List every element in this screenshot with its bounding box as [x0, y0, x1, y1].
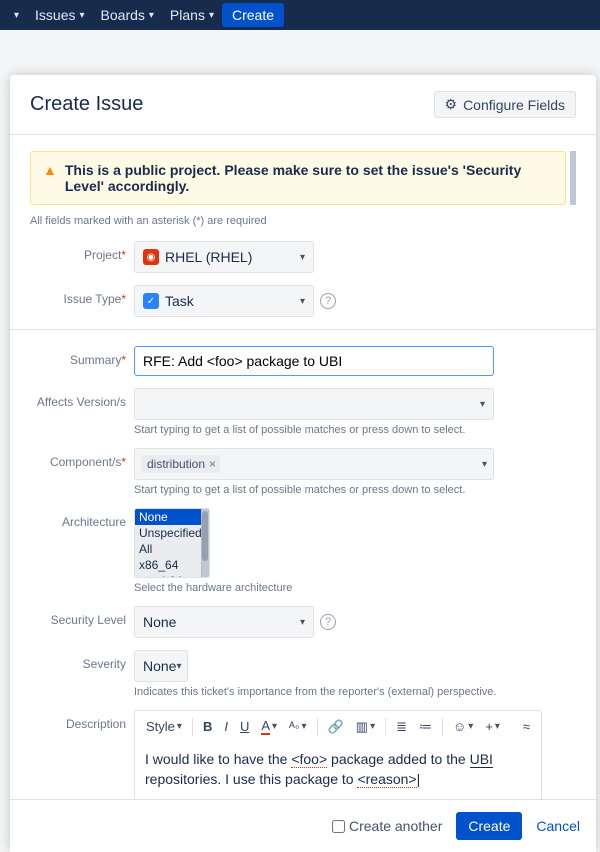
chevron-down-icon: ▾: [80, 10, 85, 21]
gear-icon: [445, 96, 458, 113]
collapse-toolbar-icon[interactable]: ≈: [518, 716, 535, 737]
nav-caret-left[interactable]: ▾: [6, 6, 27, 25]
more-format-icon[interactable]: ᴬ◦▾: [284, 716, 312, 737]
arch-option[interactable]: x86_64: [135, 557, 209, 573]
toolbar-style[interactable]: Style▾: [141, 716, 187, 737]
underline-icon[interactable]: U: [235, 716, 254, 737]
arch-option[interactable]: aarch64: [135, 573, 209, 578]
help-icon[interactable]: ?: [320, 293, 336, 309]
chevron-down-icon: ▾: [149, 10, 154, 21]
task-icon: ✓: [143, 293, 159, 309]
required-note: All fields marked with an asterisk (*) a…: [30, 215, 576, 227]
arch-option[interactable]: None: [135, 509, 209, 525]
numbered-list-icon[interactable]: ≔: [414, 716, 437, 738]
rhel-project-icon: ◉: [143, 249, 159, 265]
nav-issues[interactable]: Issues▾: [27, 3, 93, 27]
architecture-listbox[interactable]: None Unspecified All x86_64 aarch64: [134, 508, 210, 578]
chevron-down-icon: ▾: [300, 296, 305, 307]
create-button[interactable]: Create: [456, 812, 522, 840]
create-another-checkbox[interactable]: Create another: [332, 818, 442, 834]
chevron-down-icon: ▾: [176, 661, 181, 672]
bold-icon[interactable]: B: [198, 716, 217, 737]
divider: [10, 329, 596, 330]
editor-toolbar: Style▾ B I U A▾ ᴬ◦▾ 🔗 ▥▾ ≣ ≔: [135, 711, 541, 742]
create-issue-dialog: Create Issue Configure Fields ▲ This is …: [10, 75, 596, 852]
security-level-select[interactable]: None ▾: [134, 606, 314, 638]
checkbox[interactable]: [332, 820, 345, 833]
remove-tag-icon[interactable]: ×: [209, 457, 216, 471]
dialog-body: ▲ This is a public project. Please make …: [10, 135, 596, 799]
link-icon[interactable]: 🔗: [323, 716, 349, 738]
arch-option[interactable]: Unspecified: [135, 525, 209, 541]
configure-fields-button[interactable]: Configure Fields: [434, 91, 577, 118]
components-select[interactable]: distribution × ▾: [134, 448, 494, 480]
chevron-down-icon: ▾: [14, 10, 19, 21]
nav-plans[interactable]: Plans▾: [162, 3, 222, 27]
chevron-down-icon: ▾: [482, 459, 487, 470]
nav-create-button[interactable]: Create: [222, 3, 284, 27]
chevron-down-icon: ▾: [480, 399, 485, 410]
chevron-down-icon: ▾: [300, 617, 305, 628]
issue-type-select[interactable]: ✓ Task ▾: [134, 285, 314, 317]
dialog-footer: Create another Create Cancel: [10, 799, 596, 852]
warning-icon: ▲: [43, 162, 57, 194]
component-tag: distribution ×: [141, 455, 220, 473]
help-icon[interactable]: ?: [320, 614, 336, 630]
bullet-list-icon[interactable]: ≣: [391, 716, 412, 738]
emoji-icon[interactable]: ☺▾: [448, 716, 478, 737]
summary-input[interactable]: [134, 346, 494, 376]
dialog-header: Create Issue Configure Fields: [10, 75, 596, 135]
more-icon[interactable]: +▾: [480, 716, 505, 737]
scrollbar[interactable]: [201, 509, 209, 577]
attachment-icon[interactable]: ▥▾: [351, 716, 380, 738]
description-textarea[interactable]: I would like to have the <foo> package a…: [135, 742, 541, 799]
public-project-warning: ▲ This is a public project. Please make …: [30, 151, 566, 205]
chevron-down-icon: ▾: [300, 252, 305, 263]
chevron-down-icon: ▾: [209, 10, 214, 21]
dialog-title: Create Issue: [30, 93, 143, 116]
affects-versions-select[interactable]: ▾: [134, 388, 494, 420]
italic-icon[interactable]: I: [219, 716, 233, 737]
text-color-icon[interactable]: A▾: [256, 715, 282, 738]
cancel-button[interactable]: Cancel: [536, 818, 580, 834]
arch-option[interactable]: All: [135, 541, 209, 557]
nav-boards[interactable]: Boards▾: [93, 3, 162, 27]
severity-select[interactable]: None ▾: [134, 650, 188, 682]
project-select[interactable]: ◉ RHEL (RHEL) ▾: [134, 241, 314, 273]
top-nav: ▾ Issues▾ Boards▾ Plans▾ Create: [0, 0, 600, 30]
description-editor: Style▾ B I U A▾ ᴬ◦▾ 🔗 ▥▾ ≣ ≔: [134, 710, 542, 799]
